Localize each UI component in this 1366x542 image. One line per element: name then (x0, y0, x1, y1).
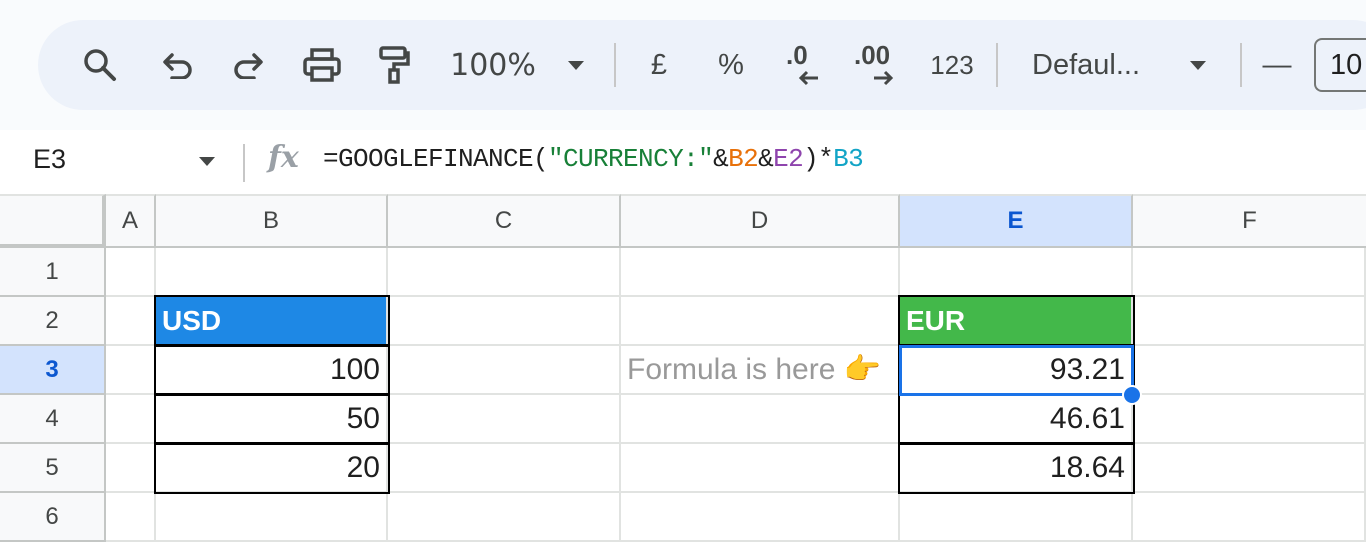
row-header-1[interactable]: 1 (0, 248, 106, 297)
number-format-button[interactable]: 123 (928, 20, 976, 110)
font-family-value: Defaul... (1032, 48, 1140, 81)
formula-ref-b2: B2 (728, 144, 759, 174)
font-family-select[interactable]: Defaul... (1032, 20, 1162, 110)
font-family-dropdown-icon[interactable] (1186, 20, 1210, 110)
cell-b1[interactable] (156, 248, 388, 297)
column-header-a[interactable]: A (106, 194, 156, 248)
column-header-d[interactable]: D (621, 194, 900, 248)
toolbar-separator (996, 43, 998, 87)
cell-d4[interactable] (621, 395, 900, 444)
cell-c6[interactable] (388, 493, 621, 542)
cell-d3[interactable]: Formula is here 👉 (621, 346, 900, 395)
row-header-2[interactable]: 2 (0, 297, 106, 346)
cell-c3[interactable] (388, 346, 621, 395)
cell-b3[interactable]: 100 (156, 346, 388, 395)
cell-b2[interactable]: USD (156, 297, 388, 346)
cell-b4[interactable]: 50 (156, 395, 388, 444)
row-header-3[interactable]: 3 (0, 346, 106, 395)
cell-f2[interactable] (1133, 297, 1366, 346)
increase-decimal-button[interactable]: .00 (854, 20, 902, 110)
cell-c5[interactable] (388, 444, 621, 493)
fx-icon: fx (268, 140, 299, 175)
percent-format-button[interactable]: % (714, 20, 748, 110)
row-header-6[interactable]: 6 (0, 493, 106, 542)
cell-f1[interactable] (1133, 248, 1366, 297)
decrease-decimal-label: .0 (786, 40, 808, 70)
cell-a3[interactable] (106, 346, 156, 395)
zoom-select[interactable]: 100% (448, 20, 538, 110)
spreadsheet-grid: A B C D E F 1 2 3 4 5 6 USD EUR 100 Form… (0, 194, 1366, 542)
name-box-dropdown-icon[interactable] (199, 157, 215, 166)
cell-c1[interactable] (388, 248, 621, 297)
cell-a4[interactable] (106, 395, 156, 444)
cell-a6[interactable] (106, 493, 156, 542)
row-header-5[interactable]: 5 (0, 444, 106, 493)
name-box[interactable]: E3 (33, 144, 66, 175)
row-header-4[interactable]: 4 (0, 395, 106, 444)
cell-c4[interactable] (388, 395, 621, 444)
formula-string: "CURRENCY:" (548, 144, 714, 174)
zoom-dropdown-icon[interactable] (564, 20, 588, 110)
cell-e5[interactable]: 18.64 (900, 444, 1133, 493)
toolbar-area: 100% £ % .0 .00 123 Defaul... — 10 (0, 0, 1366, 130)
redo-icon[interactable] (228, 20, 268, 110)
cell-e6[interactable] (900, 493, 1133, 542)
number-format-label: 123 (930, 49, 974, 80)
cell-e3[interactable]: 93.21 (900, 346, 1133, 395)
cell-b5[interactable]: 20 (156, 444, 388, 493)
cell-d1[interactable] (621, 248, 900, 297)
cell-f5[interactable] (1133, 444, 1366, 493)
formula-ref-b3: B3 (833, 144, 864, 174)
select-all-corner[interactable] (0, 194, 106, 248)
cell-b6[interactable] (156, 493, 388, 542)
decrease-decimal-button[interactable]: .0 (782, 20, 828, 110)
undo-icon[interactable] (158, 20, 198, 110)
formula-function: =GOOGLEFINANCE( (323, 144, 549, 174)
arrow-left-icon (798, 70, 818, 86)
paint-format-icon[interactable] (374, 20, 414, 110)
toolbar: 100% £ % .0 .00 123 Defaul... — 10 (38, 20, 1366, 110)
cell-a5[interactable] (106, 444, 156, 493)
zoom-value: 100% (450, 47, 536, 83)
cell-e2[interactable]: EUR (900, 297, 1133, 346)
fill-handle[interactable] (1122, 385, 1142, 405)
cell-a2[interactable] (106, 297, 156, 346)
increase-decimal-label: .00 (854, 40, 891, 70)
cell-d6[interactable] (621, 493, 900, 542)
column-header-b[interactable]: B (156, 194, 388, 248)
toolbar-separator (1240, 43, 1242, 87)
formula-amp: & (713, 144, 729, 174)
search-icon[interactable] (78, 20, 122, 110)
font-size-input[interactable]: 10 (1314, 38, 1366, 92)
toolbar-separator (614, 43, 616, 87)
formula-bar-separator (243, 144, 245, 182)
print-icon[interactable] (300, 20, 344, 110)
cell-c2[interactable] (388, 297, 621, 346)
cell-d2[interactable] (621, 297, 900, 346)
cell-a1[interactable] (106, 248, 156, 297)
column-header-f[interactable]: F (1133, 194, 1366, 248)
formula-input[interactable]: =GOOGLEFINANCE("CURRENCY:"&B2&E2)*B3 (323, 144, 864, 174)
cell-f3[interactable] (1133, 346, 1366, 395)
currency-format-button[interactable]: £ (644, 20, 674, 110)
cell-e4[interactable]: 46.61 (900, 395, 1133, 444)
arrow-right-icon (874, 70, 894, 86)
decrease-font-size-button[interactable]: — (1262, 20, 1292, 110)
formula-amp: & (758, 144, 774, 174)
column-header-c[interactable]: C (388, 194, 621, 248)
formula-operator: )* (803, 144, 834, 174)
cell-e1[interactable] (900, 248, 1133, 297)
column-header-e[interactable]: E (900, 194, 1133, 248)
currency-format-label: £ (650, 48, 668, 81)
cell-f6[interactable] (1133, 493, 1366, 542)
minus-label: — (1262, 48, 1292, 81)
cell-f4[interactable] (1133, 395, 1366, 444)
cell-d5[interactable] (621, 444, 900, 493)
formula-ref-e2: E2 (773, 144, 804, 174)
percent-format-label: % (718, 48, 744, 81)
formula-bar: E3 fx =GOOGLEFINANCE("CURRENCY:"&B2&E2)*… (0, 130, 1366, 194)
